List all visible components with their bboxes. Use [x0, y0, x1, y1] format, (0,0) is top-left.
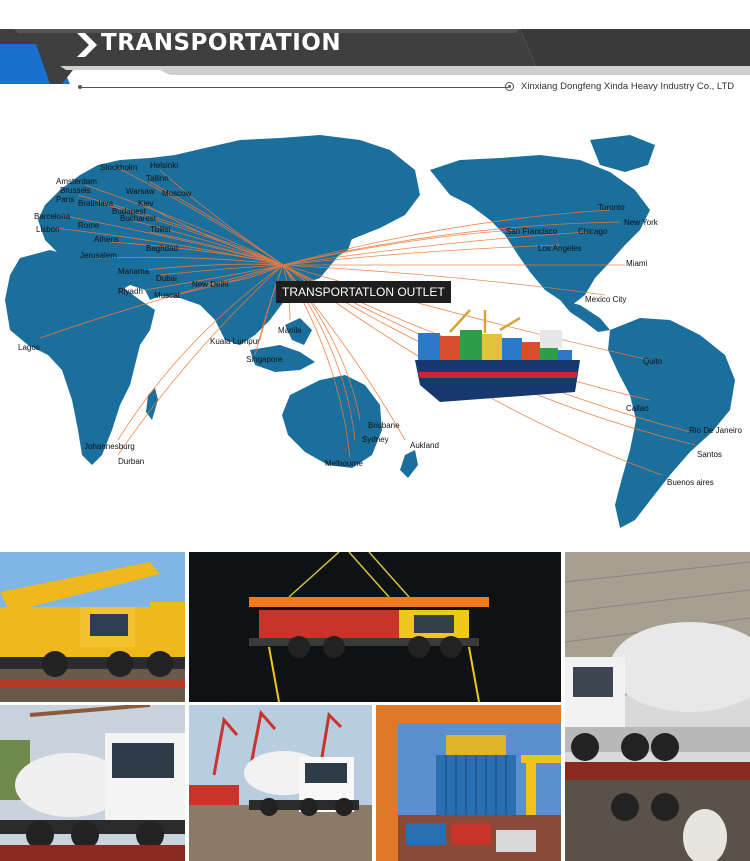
city-label: Tbilisi	[150, 225, 171, 234]
photo-crane-truck-trailer	[0, 552, 185, 702]
city-label: Athens	[94, 235, 119, 244]
photo-mixer-truck-warehouse	[565, 552, 750, 861]
city-label: Riyadh	[118, 287, 143, 296]
city-label: New Delhi	[192, 280, 229, 289]
city-label: Moscow	[162, 189, 192, 198]
city-label: Lisbon	[36, 225, 60, 234]
city-label: Bucharest	[120, 214, 157, 223]
city-label: Rome	[78, 221, 100, 230]
city-label: Dubai	[156, 274, 177, 283]
city-label: Barcelona	[34, 212, 71, 221]
city-label: Muscat	[154, 291, 181, 300]
city-label: Manila	[278, 326, 302, 335]
city-label: Stockholm	[100, 163, 138, 172]
city-label: Tallinn	[146, 174, 169, 183]
line-dot-right	[505, 82, 514, 91]
city-label: Melbourne	[325, 459, 363, 468]
city-label: Bratislava	[78, 199, 114, 208]
city-label: Miami	[626, 259, 648, 268]
city-label: Buenos aires	[667, 478, 714, 487]
world-shipping-map: Stockholm Helsinki Tallinn Amsterdam Bru…	[0, 120, 750, 540]
photo-mixer-truck-white	[0, 705, 185, 861]
city-label: Chicago	[578, 227, 608, 236]
world-map-graphic: Stockholm Helsinki Tallinn Amsterdam Bru…	[5, 135, 742, 528]
photo-mixer-truck-port	[189, 705, 372, 861]
photo-container-loading	[376, 705, 561, 861]
city-label: Quito	[643, 357, 663, 366]
city-label: New York	[624, 218, 659, 227]
city-label: Los Angeles	[538, 244, 582, 253]
divider-line	[80, 87, 508, 88]
city-label: Brisbane	[368, 421, 400, 430]
chevron-right-icon	[77, 33, 97, 57]
company-name: Xinxiang Dongfeng Xinda Heavy Industry C…	[521, 81, 735, 92]
city-label: Aukland	[410, 441, 439, 450]
city-label: Johannesburg	[84, 442, 135, 451]
city-label: Singapore	[246, 355, 283, 364]
city-label: Amsterdam	[56, 177, 97, 186]
header-banner: TRANSPORTATION Xinxiang Dongfeng Xinda H…	[0, 0, 750, 100]
city-label: Baghdad	[146, 244, 178, 253]
city-label: Paris	[56, 195, 74, 204]
city-label: Toronto	[598, 203, 625, 212]
outlet-label: TRANSPORTATLON OUTLET	[276, 281, 451, 303]
photo-crane-truck-lifted	[189, 552, 561, 702]
city-label: Manama	[118, 267, 150, 276]
city-label: Helsinki	[150, 161, 178, 170]
city-label: Kuala Lumpur	[210, 337, 260, 346]
city-label: Callao	[626, 404, 649, 413]
city-label: Rio De Janeiro	[689, 426, 742, 435]
city-label: Warsaw	[126, 187, 155, 196]
city-label: San Francisco	[506, 227, 558, 236]
city-label: Brussels	[60, 186, 91, 195]
city-label: Mexico City	[585, 295, 626, 304]
city-label: Santos	[697, 450, 722, 459]
city-label: Jerusalem	[80, 251, 117, 260]
page-title: TRANSPORTATION	[101, 30, 342, 56]
city-label: Durban	[118, 457, 144, 466]
city-label: Lagos	[18, 343, 40, 352]
city-label: Sydney	[362, 435, 389, 444]
